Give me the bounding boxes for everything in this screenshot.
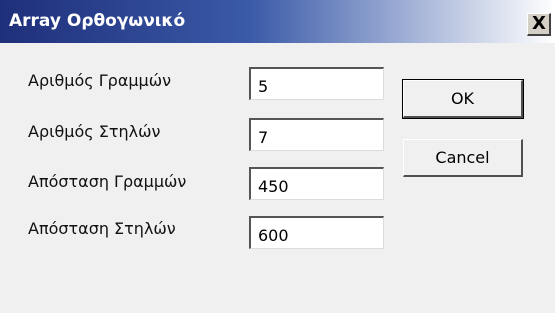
cols-count-label: Αριθμός Στηλών: [28, 122, 161, 141]
row-distance-label: Απόσταση Γραμμών: [28, 172, 187, 191]
col-distance-input[interactable]: [249, 216, 384, 249]
ok-button[interactable]: OK: [402, 79, 524, 119]
rows-count-input[interactable]: [249, 67, 384, 100]
row-distance-input[interactable]: [249, 167, 384, 200]
col-distance-label: Απόσταση Στηλών: [28, 219, 176, 238]
title-bar[interactable]: Array Ορθογωνικό X: [0, 0, 555, 43]
close-icon: X: [532, 13, 546, 34]
window-title: Array Ορθογωνικό: [9, 11, 186, 31]
cancel-button[interactable]: Cancel: [403, 139, 523, 177]
rows-count-label: Αριθμός Γραμμών: [28, 71, 172, 90]
close-button[interactable]: X: [527, 13, 551, 36]
cols-count-input[interactable]: [249, 118, 384, 151]
array-dialog: Array Ορθογωνικό X Αριθμός Γραμμών Αριθμ…: [0, 0, 555, 313]
